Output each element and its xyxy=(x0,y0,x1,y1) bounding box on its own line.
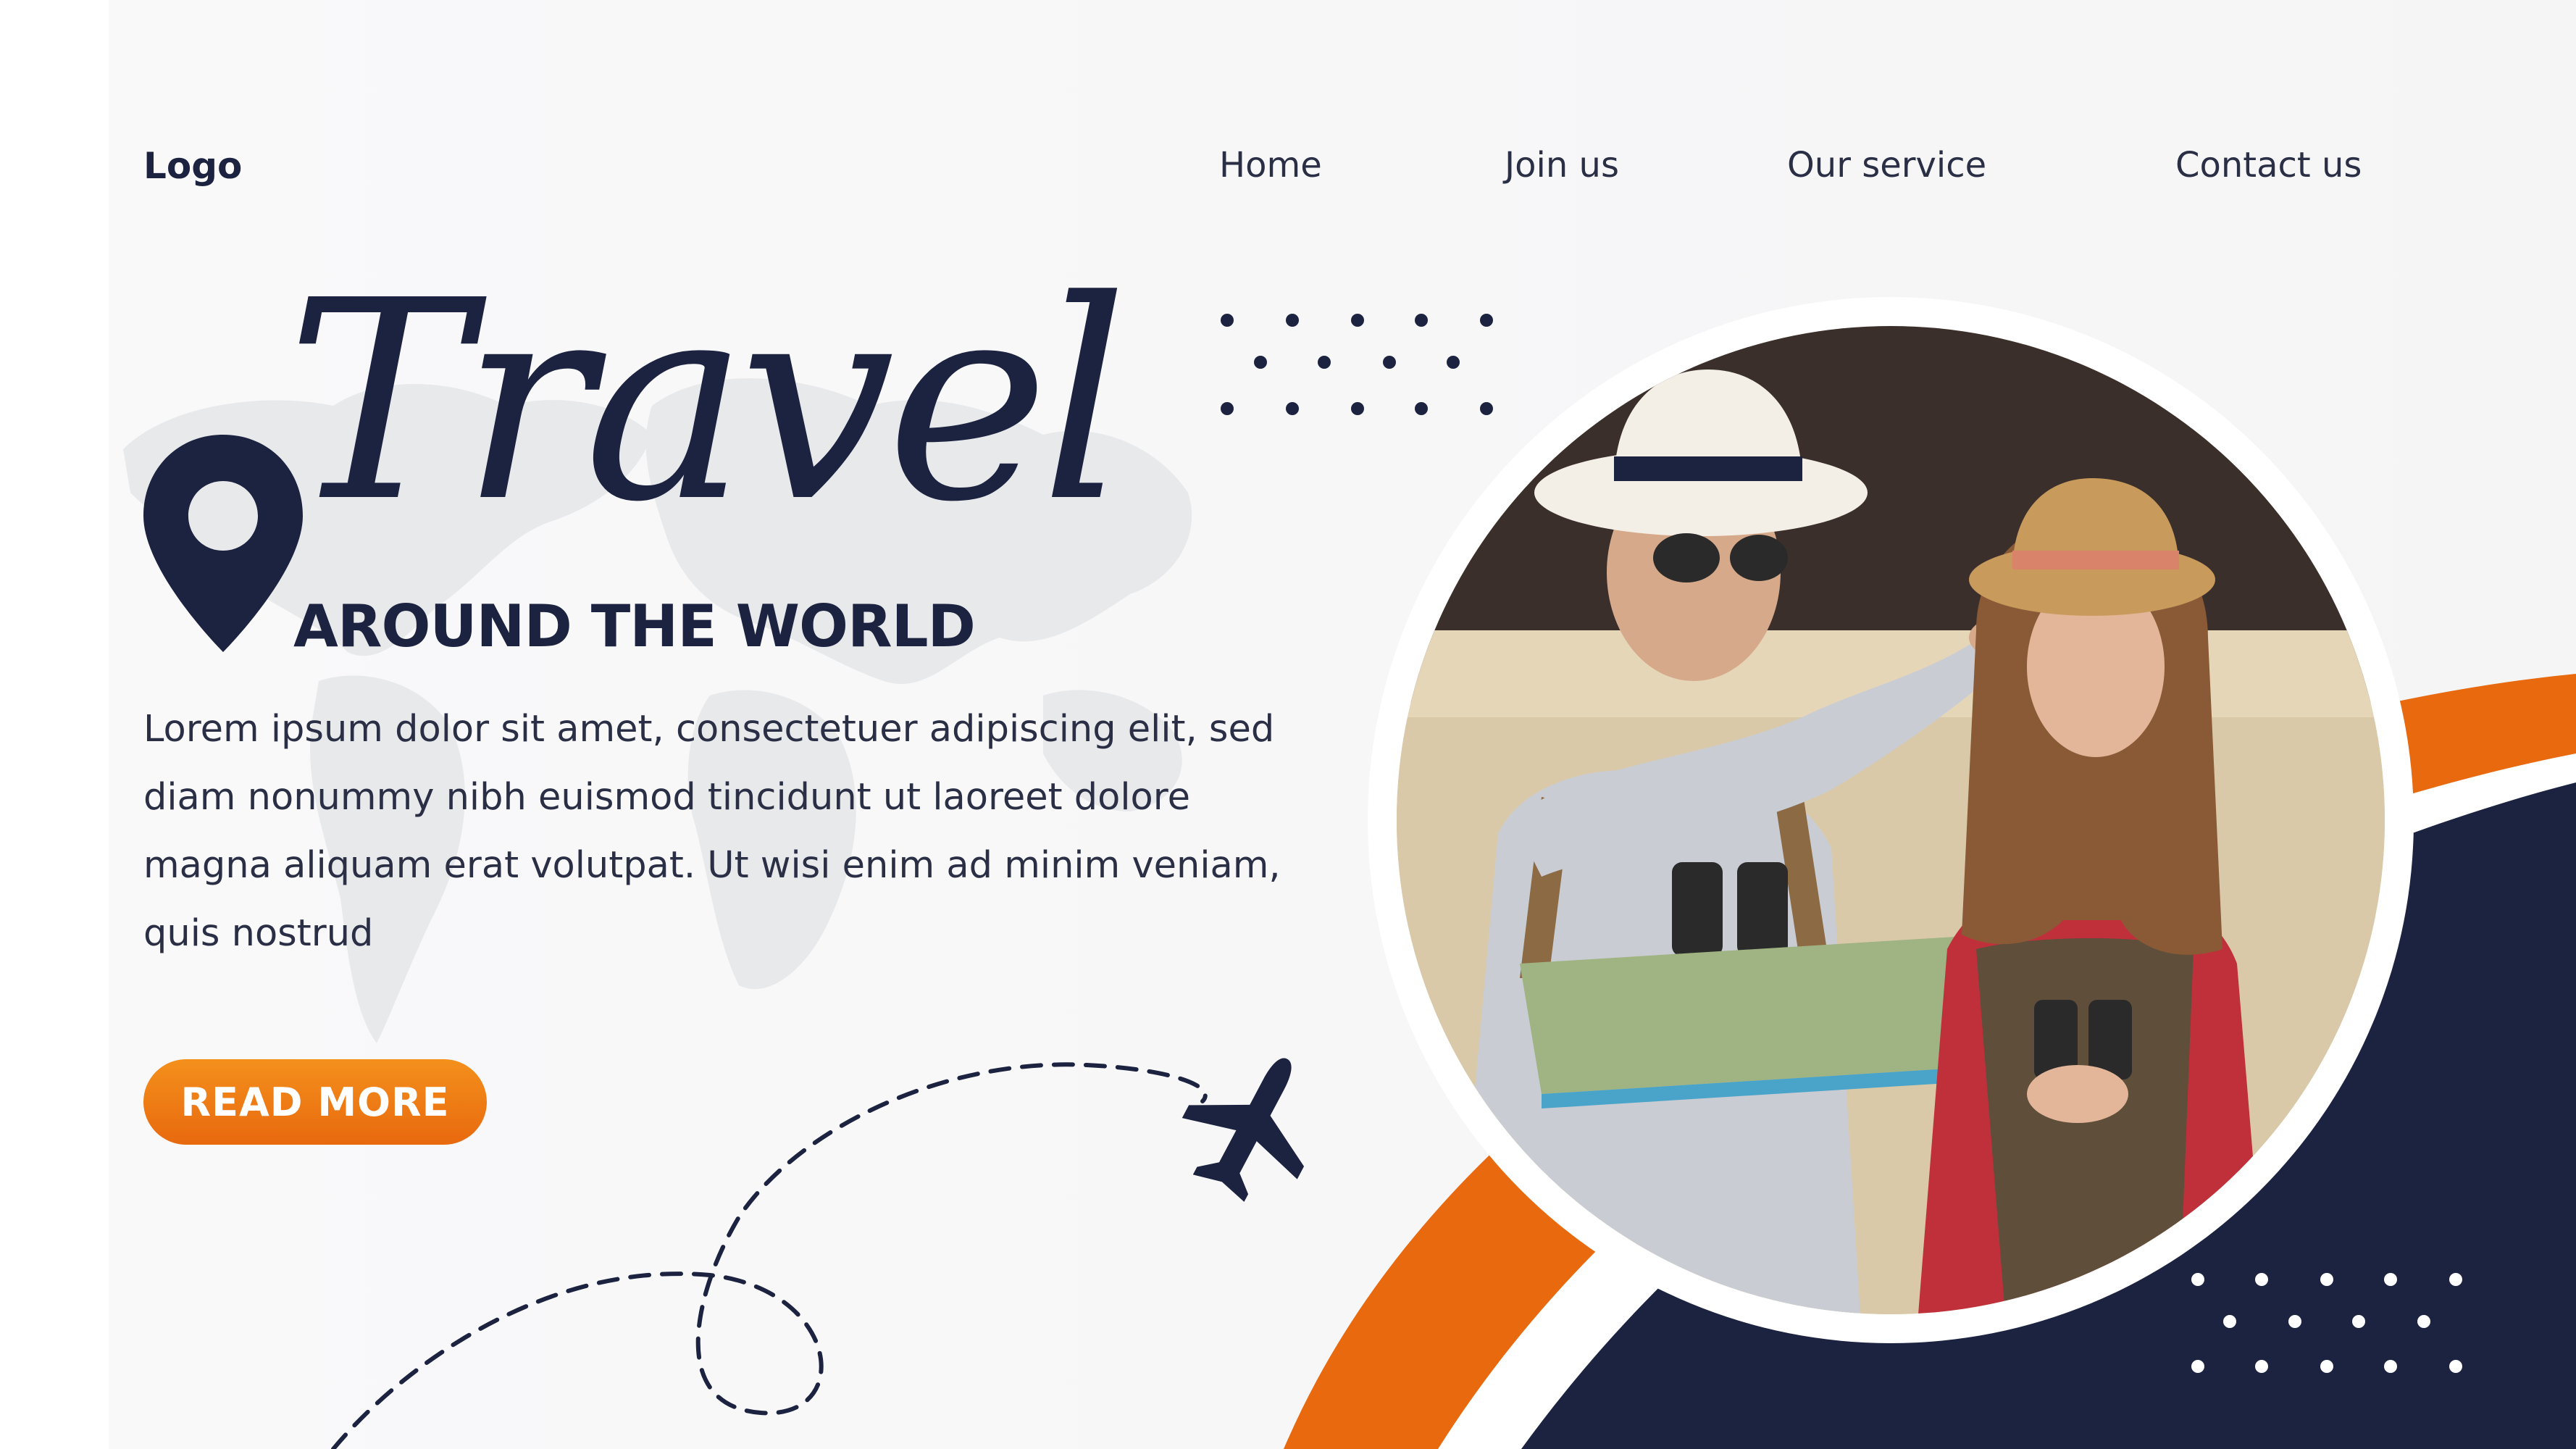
logo[interactable]: Logo xyxy=(143,145,242,187)
airplane-icon xyxy=(1182,1058,1305,1202)
travel-photo xyxy=(1397,326,2385,1314)
nav-our-service[interactable]: Our service xyxy=(1787,145,1986,185)
nav-join-us[interactable]: Join us xyxy=(1505,145,1619,185)
hero-subtitle: AROUND THE WORLD xyxy=(293,593,976,660)
read-more-button[interactable]: READ MORE xyxy=(143,1059,487,1145)
hero-description: Lorem ipsum dolor sit amet, consectetuer… xyxy=(143,708,1281,955)
nav-contact-us[interactable]: Contact us xyxy=(2175,145,2362,185)
hero-title: Travel xyxy=(286,241,1129,562)
location-pin-icon xyxy=(143,435,303,652)
nav-home[interactable]: Home xyxy=(1219,145,1322,185)
